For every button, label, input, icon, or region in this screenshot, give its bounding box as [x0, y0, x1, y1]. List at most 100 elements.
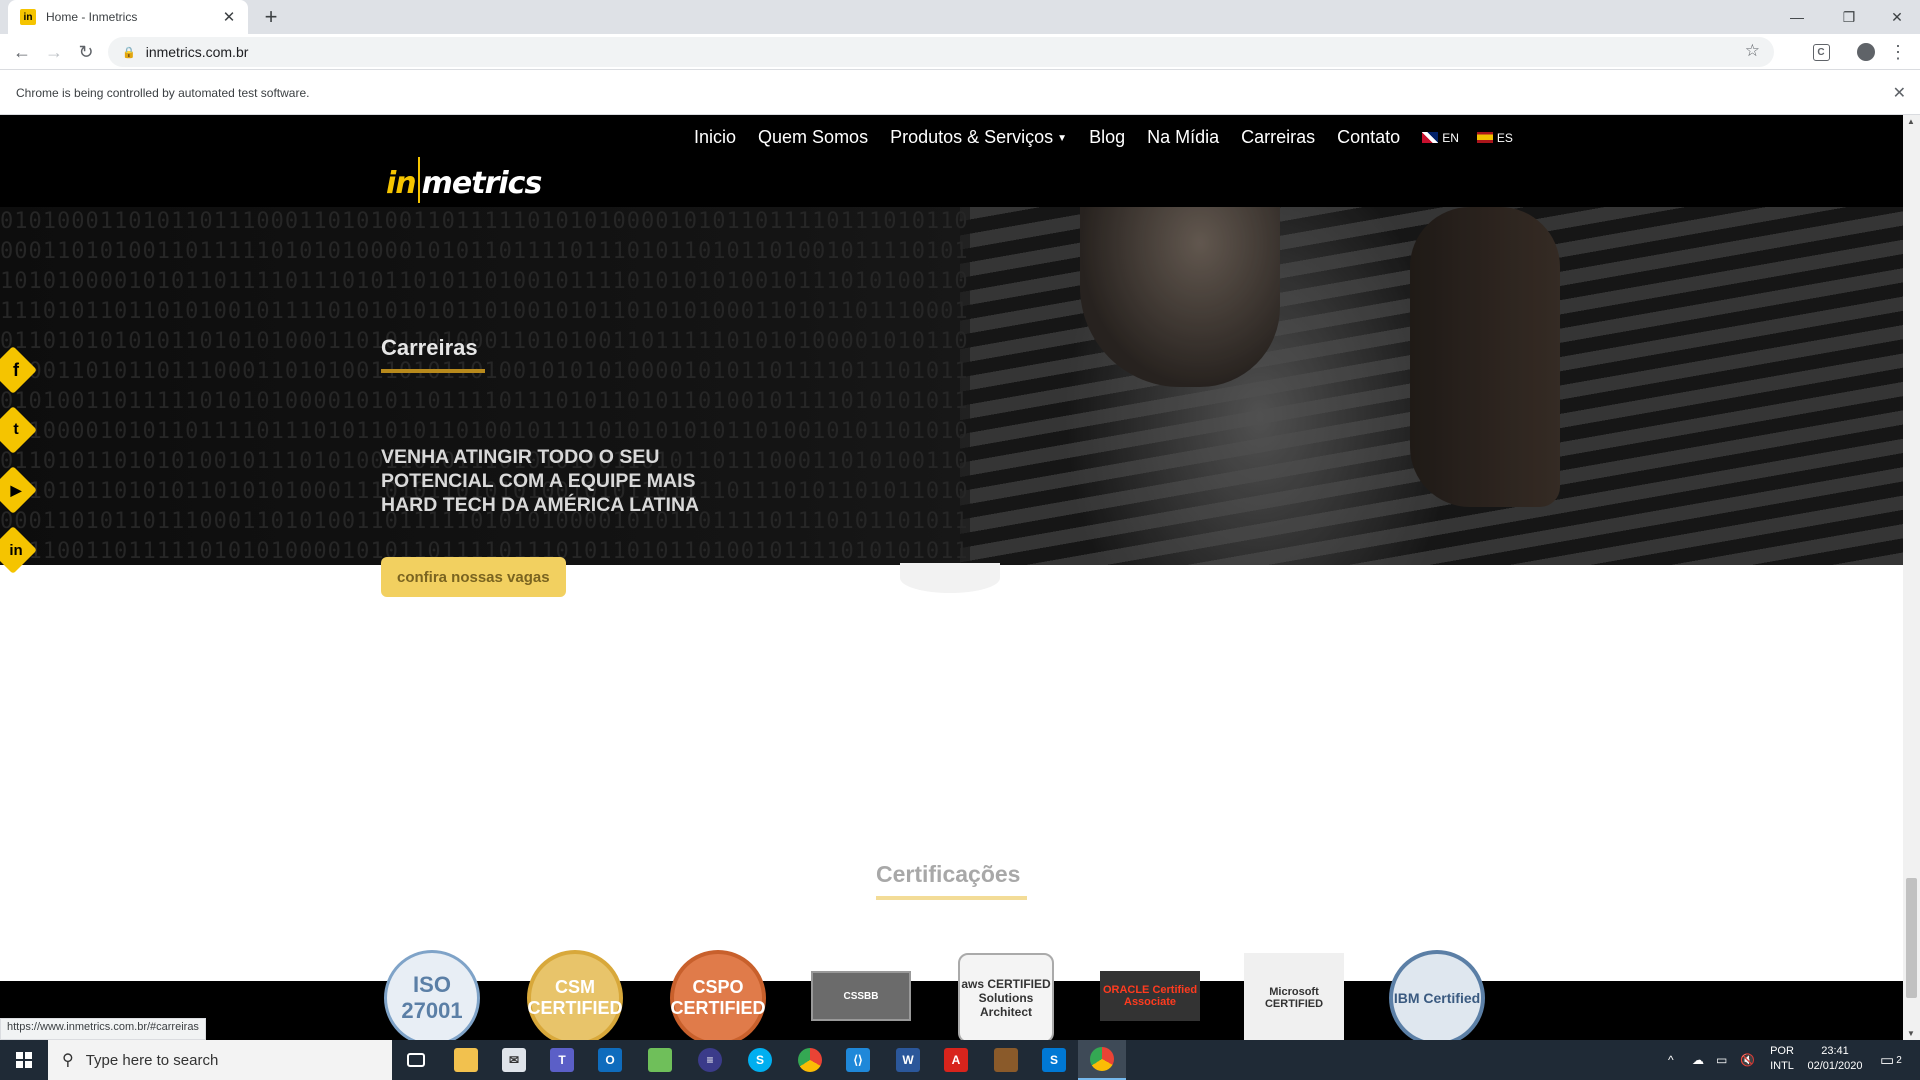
clock-time: 23:41: [1821, 1045, 1849, 1057]
hero-headline: VENHA ATINGIR TODO O SEU POTENCIAL COM A…: [381, 446, 700, 516]
menu-item-contato[interactable]: Contato: [1337, 127, 1400, 148]
task-view-icon: [407, 1053, 425, 1067]
taskbar-outlook[interactable]: O: [586, 1040, 634, 1080]
twitter-link[interactable]: t: [0, 405, 38, 455]
inmetrics-logo[interactable]: in metrics: [386, 157, 543, 203]
profile-avatar-icon: [1857, 43, 1875, 61]
page-scrollbar[interactable]: ▲ ▼: [1903, 115, 1920, 1040]
menu-item-blog[interactable]: Blog: [1089, 127, 1125, 148]
taskbar-game[interactable]: [982, 1040, 1030, 1080]
taskbar-chrome-active[interactable]: [1078, 1040, 1126, 1080]
microsoft-badge: Microsoft CERTIFIED: [1244, 953, 1344, 1040]
back-button[interactable]: ←: [8, 38, 36, 66]
task-view-button[interactable]: [392, 1040, 440, 1080]
start-button[interactable]: [0, 1040, 48, 1080]
hero-notch: [900, 563, 1000, 593]
notifications-button[interactable]: ▭ 2: [1880, 1040, 1902, 1080]
acrobat-icon: A: [944, 1048, 968, 1072]
cspo-badge-text: CSPO CERTIFIED: [670, 977, 766, 1018]
teams-icon: T: [550, 1048, 574, 1072]
volume-muted-icon[interactable]: 🔇: [1740, 1040, 1755, 1080]
address-bar[interactable]: 🔒 inmetrics.com.br ☆: [108, 37, 1774, 67]
extension-button[interactable]: C: [1809, 40, 1833, 64]
careers-hero: 0101000110101101110001101010011011111010…: [0, 207, 1903, 565]
tab-close-icon[interactable]: ✕: [220, 8, 238, 26]
notification-count: 2: [1896, 1054, 1902, 1066]
chrome-active-icon: [1090, 1047, 1114, 1071]
hero-photo-hair: [1410, 207, 1560, 507]
menu-item-inicio[interactable]: Inicio: [694, 127, 736, 148]
taskbar-skype[interactable]: S: [736, 1040, 784, 1080]
footer-band: [0, 981, 1903, 1040]
status-bar-url: https://www.inmetrics.com.br/#carreiras: [0, 1018, 206, 1040]
certifications-underline: [876, 896, 1027, 900]
menu-item-na-midia[interactable]: Na Mídia: [1147, 127, 1219, 148]
chevron-down-icon: ▼: [1057, 133, 1068, 144]
tray-chevron-icon[interactable]: ^: [1668, 1040, 1674, 1080]
oracle-badge-text: ORACLE Certified Associate: [1102, 984, 1198, 1008]
close-window-button[interactable]: ✕: [1874, 0, 1920, 34]
bookmark-star-icon[interactable]: ☆: [1745, 41, 1760, 61]
cspo-badge: CSPO CERTIFIED: [668, 950, 768, 1040]
infobar-close-icon[interactable]: ✕: [1893, 83, 1906, 103]
browser-tab-active[interactable]: in Home - Inmetrics ✕: [8, 0, 248, 34]
app-icon: ≡: [698, 1048, 722, 1072]
page-viewport: 0101000110101101110001101010011011111010…: [0, 115, 1903, 1040]
forward-button[interactable]: →: [40, 38, 68, 66]
restore-button[interactable]: ❐: [1826, 0, 1872, 34]
chrome-icon: [798, 1048, 822, 1072]
linkedin-link[interactable]: in: [0, 525, 38, 575]
taskbar-acrobat[interactable]: A: [932, 1040, 980, 1080]
lang-es-label: ES: [1496, 130, 1513, 145]
input-language-line1: POR: [1770, 1045, 1794, 1057]
taskbar-notepad[interactable]: [636, 1040, 684, 1080]
aws-badge-text: aws CERTIFIED Solutions Architect: [961, 977, 1051, 1019]
lang-switch-en[interactable]: EN: [1422, 131, 1459, 145]
tab-title: Home - Inmetrics: [46, 10, 138, 24]
taskbar-skype-business[interactable]: S: [1030, 1040, 1078, 1080]
cssbb-badge-text: CSSBB: [843, 990, 879, 1002]
chrome-menu-icon[interactable]: ⋮: [1886, 40, 1910, 64]
minimize-button[interactable]: —: [1774, 0, 1820, 34]
binary-row: 0001101010011011111010101000010101101111…: [0, 239, 970, 264]
menu-item-quem-somos[interactable]: Quem Somos: [758, 127, 868, 148]
game-icon: [994, 1048, 1018, 1072]
taskbar-teams[interactable]: T: [538, 1040, 586, 1080]
scroll-up-arrow-icon[interactable]: ▲: [1907, 117, 1915, 126]
battery-icon[interactable]: ▭: [1716, 1040, 1727, 1080]
search-icon: ⚲: [62, 1052, 74, 1069]
profile-button[interactable]: [1854, 40, 1878, 64]
taskbar-app[interactable]: ≡: [686, 1040, 734, 1080]
logo-metrics: metrics: [421, 166, 543, 201]
binary-row: 1000110101101110001101010011010110100101…: [0, 359, 970, 384]
youtube-link[interactable]: ▶: [0, 465, 38, 515]
onedrive-icon[interactable]: ☁: [1692, 1040, 1704, 1080]
mail-icon: ✉: [502, 1048, 526, 1072]
menu-item-produtos-label: Produtos & Serviços: [890, 127, 1054, 147]
logo-bar: [417, 157, 420, 203]
input-language[interactable]: POR INTL: [1764, 1044, 1800, 1074]
menu-item-produtos-servicos[interactable]: Produtos & Serviços ▼: [890, 127, 1067, 148]
site-header: in metrics Inicio Quem Somos Produtos & S…: [0, 115, 1903, 207]
taskbar-search[interactable]: ⚲ Type here to search: [48, 1040, 392, 1080]
binary-row: 0101001101111101010100001010110111101110…: [0, 389, 970, 414]
menu-item-carreiras[interactable]: Carreiras: [1241, 127, 1315, 148]
linkedin-icon: in: [9, 541, 23, 559]
taskbar-chrome[interactable]: [786, 1040, 834, 1080]
scrollbar-thumb[interactable]: [1906, 878, 1917, 998]
lang-switch-es[interactable]: ES: [1476, 130, 1513, 145]
reload-button[interactable]: ↻: [72, 38, 100, 66]
taskbar-word[interactable]: W: [884, 1040, 932, 1080]
scroll-down-arrow-icon[interactable]: ▼: [1907, 1029, 1915, 1038]
lock-icon[interactable]: 🔒: [122, 46, 136, 59]
binary-row: 1110101101101010010111101010101011010010…: [0, 299, 970, 324]
confira-vagas-button[interactable]: confira nossas vagas: [381, 557, 566, 597]
taskbar-mail[interactable]: ✉: [490, 1040, 538, 1080]
facebook-link[interactable]: f: [0, 345, 38, 395]
taskbar-file-explorer[interactable]: [442, 1040, 490, 1080]
new-tab-button[interactable]: +: [258, 4, 284, 30]
certifications-title: Certificações: [876, 861, 1021, 887]
taskbar-vscode[interactable]: ⟨⟩: [834, 1040, 882, 1080]
clock[interactable]: 23:41 02/01/2020: [1802, 1044, 1868, 1074]
ibm-badge-text: IBM Certified: [1393, 990, 1481, 1006]
